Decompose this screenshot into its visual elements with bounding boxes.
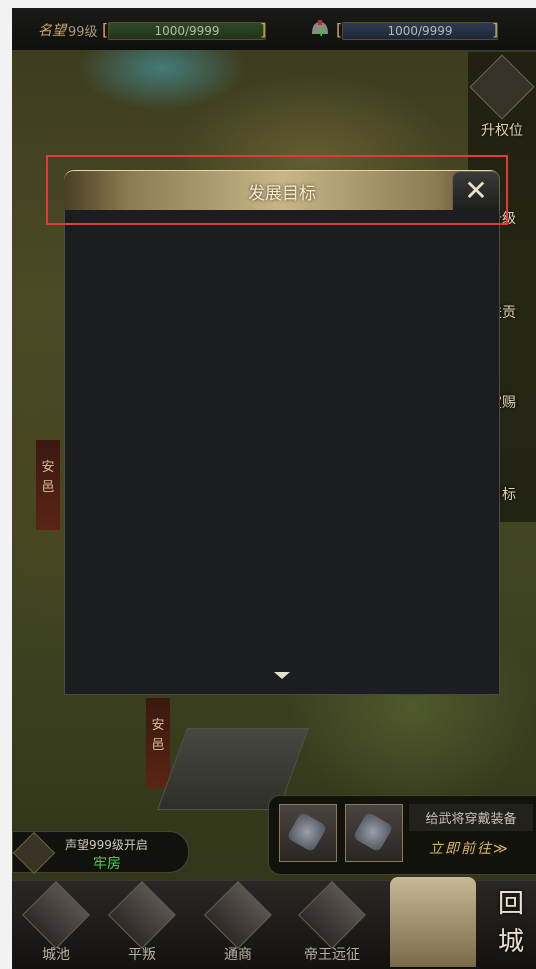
nav-item-trade[interactable]: 通商 [196, 881, 280, 969]
castle-icon [390, 877, 476, 967]
bracket-right-icon: ] [492, 20, 499, 39]
gauntlet-icon [286, 811, 328, 853]
rank-up-icon [469, 54, 535, 120]
modal-body[interactable] [64, 210, 500, 695]
city-banner-anyi-2[interactable]: 安邑 [146, 698, 170, 788]
return-city-button[interactable]: 回城 [382, 871, 536, 969]
nav-item-expedition[interactable]: 帝王远征 [290, 881, 374, 969]
expedition-icon [298, 881, 366, 949]
go-now-button[interactable]: 立即前往≫ [429, 838, 510, 858]
helmet-icon[interactable] [308, 18, 332, 42]
return-city-label: 回城 [497, 889, 524, 957]
bracket-right-icon: ] [260, 20, 267, 39]
troop-progress-bar: 1000/9999 [342, 22, 498, 40]
troop-progress-text: 1000/9999 [387, 24, 453, 38]
equip-slot-gauntlet[interactable] [279, 804, 337, 862]
equip-slot-armor[interactable] [345, 804, 403, 862]
scroll-down-icon[interactable] [274, 672, 290, 679]
fame-label: 名望 [38, 23, 66, 39]
fame-progress-text: 1000/9999 [154, 24, 220, 38]
city-banner-anyi[interactable]: 安邑 [36, 440, 60, 530]
locked-feature-name: 牢房 [93, 856, 121, 872]
fame-level: 99级 [68, 25, 98, 40]
locked-feature-panel[interactable]: 声望999级开启 牢房 [12, 831, 189, 875]
lock-icon [12, 831, 56, 875]
equip-hint: 给武将穿戴装备 [409, 804, 533, 831]
armor-icon [352, 811, 394, 853]
unlock-requirement: 声望999级开启 [65, 838, 148, 852]
nav-item-city[interactable]: 城池 [14, 881, 98, 969]
banner-text: 安邑 [151, 718, 165, 753]
rail-item-label: 升权位 [481, 123, 523, 139]
top-status-bar: 名望 99级 [ 1000/9999 ] [ 1000/9999 ] [12, 8, 536, 50]
fame-progress-bar: 1000/9999 [108, 22, 266, 40]
nav-item-label: 帝王远征 [304, 947, 360, 963]
rail-item-rank-up[interactable]: 升权位 [469, 54, 535, 140]
nav-item-suppress[interactable]: 平叛 [100, 881, 184, 969]
highlight-box [46, 155, 508, 225]
development-goal-modal: 发展目标 ✕ [64, 170, 500, 695]
banner-text: 安邑 [41, 460, 55, 495]
city-icon [22, 881, 90, 949]
suppress-icon [108, 881, 176, 949]
nav-item-label: 通商 [224, 947, 252, 963]
nav-item-label: 平叛 [128, 947, 156, 963]
nav-item-label: 城池 [42, 947, 70, 963]
trade-icon [204, 881, 272, 949]
equip-guide-panel: 给武将穿戴装备 立即前往≫ [268, 795, 536, 875]
bottom-nav: 城池 平叛 通商 帝王远征 回城 [12, 877, 536, 969]
